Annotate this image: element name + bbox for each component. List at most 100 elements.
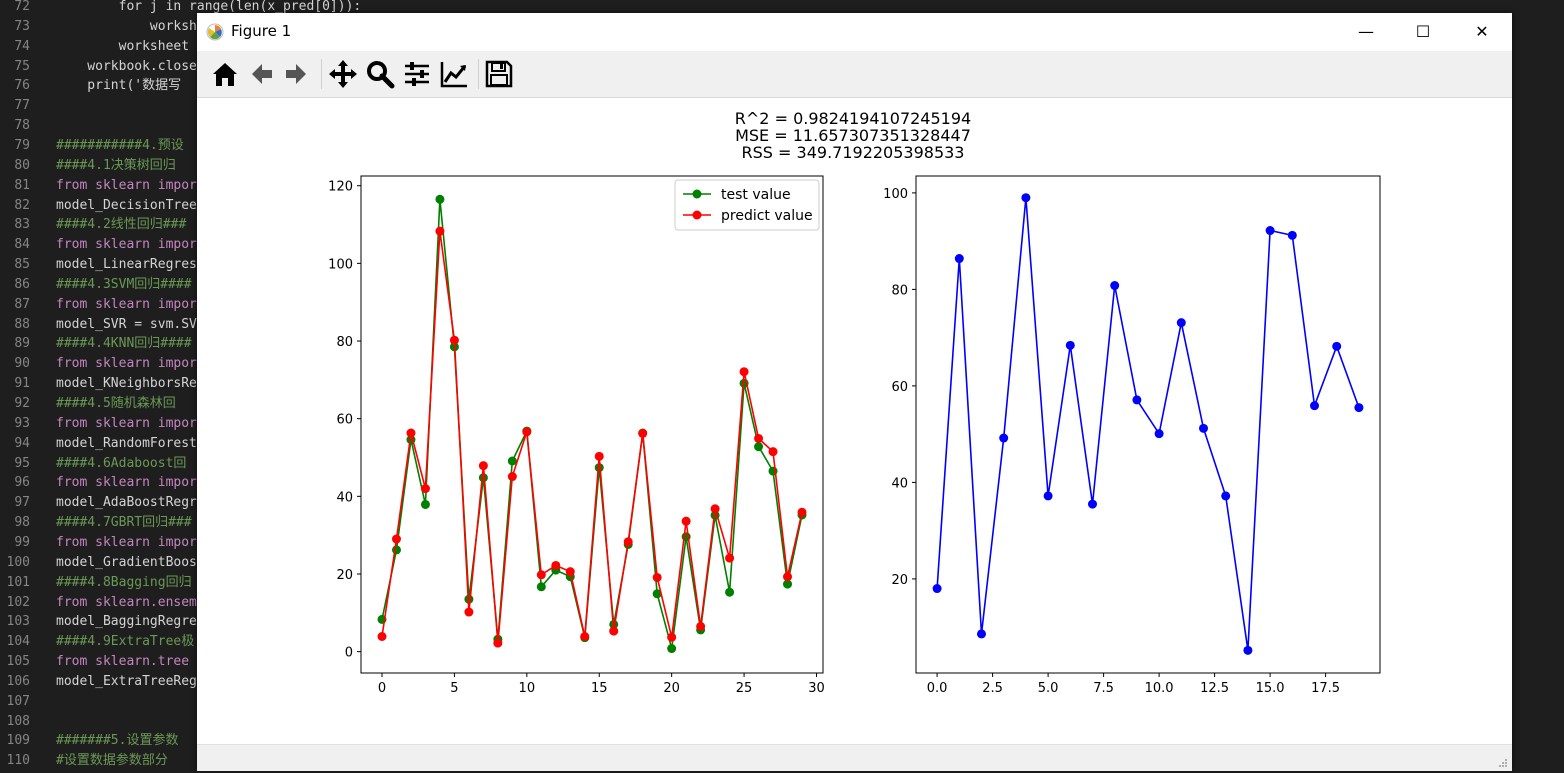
minimize-button[interactable]: —	[1337, 13, 1395, 51]
data-point	[507, 472, 517, 482]
code-text: from sklearn impor	[56, 177, 197, 193]
maximize-button[interactable]: ☐	[1394, 13, 1452, 51]
data-point	[783, 572, 793, 582]
code-line: 102 from sklearn.ensem	[0, 593, 200, 613]
code-line: 72 for j in range(len(x_pred[0])):	[0, 0, 361, 17]
code-text: model_ExtraTreeReg	[56, 673, 197, 689]
data-point	[1132, 395, 1142, 405]
code-text: from sklearn impor	[56, 475, 197, 491]
x-tick-label: 0.0	[927, 681, 948, 696]
code-text: model_KNeighborsRe	[56, 376, 197, 392]
data-point	[406, 428, 416, 438]
y-tick-label: 60	[336, 413, 353, 428]
code-line: 96 from sklearn impor	[0, 473, 200, 493]
edit-axis-button[interactable]	[438, 58, 470, 90]
code-line: 79 ###########4.预设	[0, 136, 200, 156]
line-number: 88	[14, 316, 30, 332]
y-tick-label: 40	[336, 490, 353, 505]
code-line: 98 ####4.7GBRT回归###	[0, 513, 200, 533]
data-point	[536, 582, 546, 592]
zoom-button[interactable]	[364, 58, 396, 90]
code-line: 76 print('数据写	[0, 76, 200, 96]
code-line: 78	[0, 116, 200, 136]
save-button[interactable]	[483, 58, 515, 90]
data-point	[797, 507, 807, 517]
figure-window: Figure 1 — ☐ ✕ R^2 = 0.9824194107245194 …	[197, 13, 1512, 771]
x-tick-label: 7.5	[1093, 681, 1114, 696]
pan-icon	[329, 60, 357, 88]
data-point	[696, 621, 706, 631]
data-point	[652, 572, 662, 582]
back-button[interactable]	[245, 58, 277, 90]
data-point	[435, 226, 445, 236]
code-line: 82 model_DecisionTree	[0, 196, 200, 216]
matplotlib-app-icon	[206, 23, 224, 41]
data-point	[1310, 401, 1320, 411]
data-point	[493, 638, 503, 648]
code-line: 101 ####4.8Bagging回归	[0, 573, 200, 593]
toolbar-separator	[321, 59, 322, 89]
y-tick-label: 120	[328, 180, 353, 195]
data-point	[536, 570, 546, 580]
title-bar[interactable]: Figure 1 — ☐ ✕	[197, 13, 1512, 51]
code-line: 81 from sklearn impor	[0, 176, 200, 196]
line-number: 95	[14, 455, 30, 471]
code-line: 77	[0, 96, 200, 116]
line-number: 107	[6, 693, 30, 709]
line-number: 89	[14, 336, 30, 352]
home-button[interactable]	[209, 58, 241, 90]
code-line: 80 ####4.1决策树回归	[0, 156, 200, 176]
line-number: 80	[14, 157, 30, 173]
x-tick-label: 20	[663, 681, 680, 696]
code-text: model_LinearRegres	[56, 257, 197, 273]
line-number: 102	[6, 594, 30, 610]
y-tick-label: 100	[328, 257, 353, 272]
code-line: 107	[0, 692, 200, 712]
line-number: 97	[14, 495, 30, 511]
code-line: 89 ####4.4KNN回归####	[0, 334, 200, 354]
configure-subplots-button[interactable]	[401, 58, 433, 90]
data-point	[768, 447, 778, 457]
y-tick-label: 100	[883, 187, 908, 202]
data-point	[478, 461, 488, 471]
data-point	[594, 451, 604, 461]
code-text: model_RandomForest	[56, 435, 197, 451]
forward-button[interactable]	[281, 58, 313, 90]
code-text: model_SVR = svm.SV	[56, 316, 197, 332]
line-number: 106	[6, 673, 30, 689]
data-point	[435, 194, 445, 204]
line-number: 98	[14, 515, 30, 531]
x-tick-label: 2.5	[982, 681, 1003, 696]
data-point	[623, 537, 633, 547]
code-text: #设置数据参数部分	[56, 753, 168, 769]
code-text: workbook.close	[56, 58, 197, 74]
code-line: 97 model_AdaBoostRegr	[0, 493, 200, 513]
data-point	[725, 587, 735, 597]
data-point	[754, 433, 764, 443]
resize-grip-icon[interactable]	[1498, 758, 1508, 768]
legend-marker	[692, 210, 702, 220]
data-point	[1243, 645, 1253, 655]
x-tick-label: 12.5	[1200, 681, 1229, 696]
code-text: from sklearn.tree	[56, 654, 197, 670]
data-point	[1154, 429, 1164, 439]
code-line: 85 model_LinearRegres	[0, 255, 200, 275]
line-number: 103	[6, 614, 30, 630]
figure-canvas[interactable]: R^2 = 0.9824194107245194 MSE = 11.657307…	[197, 98, 1512, 744]
code-text: ####4.2线性回归###	[56, 217, 187, 233]
data-point	[954, 254, 964, 264]
close-button[interactable]: ✕	[1453, 13, 1511, 51]
forward-icon	[286, 64, 306, 84]
code-text: ####4.6Adaboost回	[56, 455, 187, 471]
x-tick-label: 10	[519, 681, 536, 696]
line-number: 75	[14, 58, 30, 74]
code-text: ####4.3SVM回归####	[56, 276, 192, 292]
line-number: 90	[14, 356, 30, 372]
line-number: 96	[14, 475, 30, 491]
code-text: model_DecisionTree	[56, 197, 197, 213]
pan-button[interactable]	[327, 58, 359, 90]
data-point	[551, 560, 561, 570]
zoom-icon	[367, 61, 395, 89]
line-number: 109	[6, 733, 30, 749]
code-text: ####4.1决策树回归	[56, 157, 176, 173]
